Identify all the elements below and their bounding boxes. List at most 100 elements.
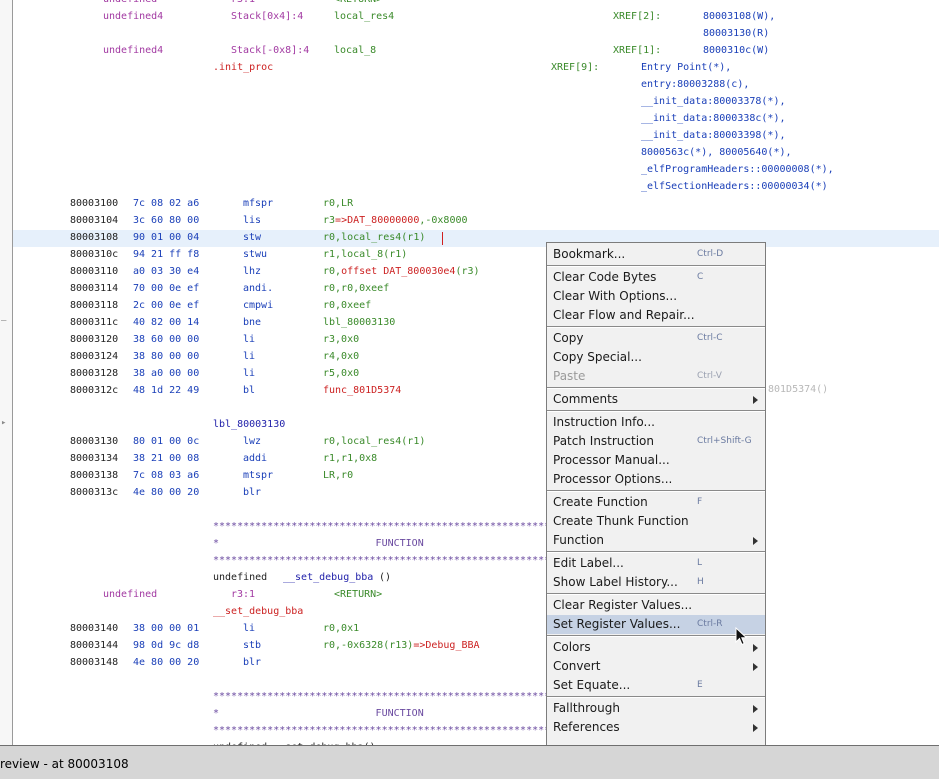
menu-item-colors[interactable]: Colors [547,638,765,657]
instruction-mnemonic[interactable]: andi. [243,280,273,297]
xref-link[interactable]: __init_data:80003378(*), [641,93,786,110]
menu-item-clear-with-options[interactable]: Clear With Options... [547,287,765,306]
instruction-bytes[interactable]: 4e 80 00 20 [133,484,199,501]
xref-link[interactable]: 80003130(R) [703,25,769,42]
instruction-bytes[interactable]: 38 00 00 01 [133,620,199,637]
menu-item-set-register-values[interactable]: Set Register Values... Ctrl-R [547,615,765,634]
instruction-mnemonic[interactable]: bl [243,382,255,399]
menu-item-bookmark[interactable]: Bookmark... Ctrl-D [547,245,765,264]
instruction-bytes[interactable]: 38 80 00 00 [133,348,199,365]
instruction-mnemonic[interactable]: blr [243,484,261,501]
menu-item-processor-options[interactable]: Processor Options... [547,470,765,489]
instruction-mnemonic[interactable]: stb [243,637,261,654]
instruction-mnemonic[interactable]: mtspr [243,467,273,484]
instruction-address[interactable]: 80003144 [70,637,118,654]
xref-link[interactable]: 80003108(W), [703,8,775,25]
instruction-mnemonic[interactable]: addi [243,450,267,467]
instruction-bytes[interactable]: 38 60 00 00 [133,331,199,348]
menu-item-instruction-info[interactable]: Instruction Info... [547,413,765,432]
instruction-address[interactable]: 80003114 [70,280,118,297]
xref-link[interactable]: _elfSectionHeaders::00000034(*) [641,178,828,195]
instruction-address[interactable]: 80003148 [70,654,118,671]
instruction-operands[interactable]: r0,0x1 [323,620,359,637]
instruction-operands[interactable]: r1,local_8(r1) [323,246,407,263]
instruction-operands[interactable]: func_801D5374 [323,382,401,399]
instruction-address[interactable]: 80003100 [70,195,118,212]
code-label[interactable]: lbl_80003130 [213,416,285,433]
menu-item-clear-flow-and-repair[interactable]: Clear Flow and Repair... [547,306,765,325]
instruction-bytes[interactable]: 4e 80 00 20 [133,654,199,671]
instruction-operands[interactable]: LR,r0 [323,467,353,484]
menu-item-edit-label[interactable]: Edit Label... L [547,554,765,573]
menu-item-show-label-history[interactable]: Show Label History... H [547,573,765,592]
function-label[interactable]: .init_proc [213,59,273,76]
menu-item-clear-code-bytes[interactable]: Clear Code Bytes C [547,268,765,287]
instruction-address[interactable]: 8000312c [70,382,118,399]
context-menu[interactable]: Bookmark... Ctrl-D Clear Code Bytes C Clear … [546,242,766,746]
instruction-operands[interactable]: r0,local_res4(r1) [323,433,425,450]
instruction-mnemonic[interactable]: li [243,365,255,382]
instruction-bytes[interactable]: 70 00 0e ef [133,280,199,297]
instruction-address[interactable]: 8000310c [70,246,118,263]
instruction-bytes[interactable]: 7c 08 03 a6 [133,467,199,484]
instruction-operands[interactable]: lbl_80003130 [323,314,395,331]
instruction-address[interactable]: 80003140 [70,620,118,637]
instruction-bytes[interactable]: 7c 08 02 a6 [133,195,199,212]
xref-link[interactable]: entry:80003288(c), [641,76,749,93]
instruction-address[interactable]: 80003110 [70,263,118,280]
instruction-mnemonic[interactable]: lwz [243,433,261,450]
instruction-mnemonic[interactable]: li [243,620,255,637]
menu-item-convert[interactable]: Convert [547,657,765,676]
instruction-bytes[interactable]: 2c 00 0e ef [133,297,199,314]
menu-item-comments[interactable]: Comments [547,390,765,409]
instruction-operands[interactable]: r4,0x0 [323,348,359,365]
variable-name[interactable]: local_res4 [334,8,394,25]
instruction-bytes[interactable]: a0 03 30 e4 [133,263,199,280]
instruction-mnemonic[interactable]: cmpwi [243,297,273,314]
instruction-operands[interactable]: r3=>DAT_80000000,-0x8000 [323,212,468,229]
menu-item-paste[interactable]: Paste Ctrl-V [547,367,765,386]
instruction-address[interactable]: 80003138 [70,467,118,484]
instruction-mnemonic[interactable]: bne [243,314,261,331]
signature-name[interactable]: __set_debug_bba [283,569,373,586]
instruction-mnemonic[interactable]: blr [243,654,261,671]
instruction-operands[interactable]: r0,0xeef [323,297,371,314]
instruction-operands[interactable]: r0,offset DAT_800030e4(r3) [323,263,480,280]
xref-link[interactable]: 8000563c(*), 80005640(*), [641,144,792,161]
menu-item-clear-register-values[interactable]: Clear Register Values... [547,596,765,615]
instruction-bytes[interactable]: 48 1d 22 49 [133,382,199,399]
instruction-mnemonic[interactable]: li [243,331,255,348]
instruction-bytes[interactable]: 40 82 00 14 [133,314,199,331]
instruction-address[interactable]: 80003124 [70,348,118,365]
menu-item-patch-instruction[interactable]: Patch Instruction Ctrl+Shift-G [547,432,765,451]
instruction-operands[interactable]: r0,-0x6328(r13)=>Debug_BBA [323,637,480,654]
menu-item-function[interactable]: Function [547,531,765,550]
instruction-bytes[interactable]: 90 01 00 04 [133,229,199,246]
xref-link[interactable]: __init_data:8000338c(*), [641,110,786,127]
instruction-address[interactable]: 8000313c [70,484,118,501]
instruction-mnemonic[interactable]: stw [243,229,261,246]
instruction-operands[interactable]: r0,local_res4(r1) [323,229,425,246]
instruction-address[interactable]: 80003130 [70,433,118,450]
instruction-bytes[interactable]: 3c 60 80 00 [133,212,199,229]
instruction-address[interactable]: 80003118 [70,297,118,314]
instruction-mnemonic[interactable]: stwu [243,246,267,263]
instruction-address[interactable]: 8000311c [70,314,118,331]
menu-item-processor-manual[interactable]: Processor Manual... [547,451,765,470]
instruction-operands[interactable]: r3,0x0 [323,331,359,348]
instruction-address[interactable]: 80003128 [70,365,118,382]
instruction-bytes[interactable]: 98 0d 9c d8 [133,637,199,654]
function-label[interactable]: __set_debug_bba [213,603,303,620]
instruction-address[interactable]: 80003120 [70,331,118,348]
menu-item-copy-special[interactable]: Copy Special... [547,348,765,367]
xref-link[interactable]: __init_data:80003398(*), [641,127,786,144]
instruction-mnemonic[interactable]: mfspr [243,195,273,212]
menu-item-copy[interactable]: Copy Ctrl-C [547,329,765,348]
menu-item-create-thunk-function[interactable]: Create Thunk Function [547,512,765,531]
instruction-mnemonic[interactable]: lhz [243,263,261,280]
instruction-bytes[interactable]: 94 21 ff f8 [133,246,199,263]
instruction-bytes[interactable]: 38 a0 00 00 [133,365,199,382]
listing-margin[interactable]: – ▸ [0,0,13,745]
instruction-operands[interactable]: r0,r0,0xeef [323,280,389,297]
instruction-mnemonic[interactable]: lis [243,212,261,229]
